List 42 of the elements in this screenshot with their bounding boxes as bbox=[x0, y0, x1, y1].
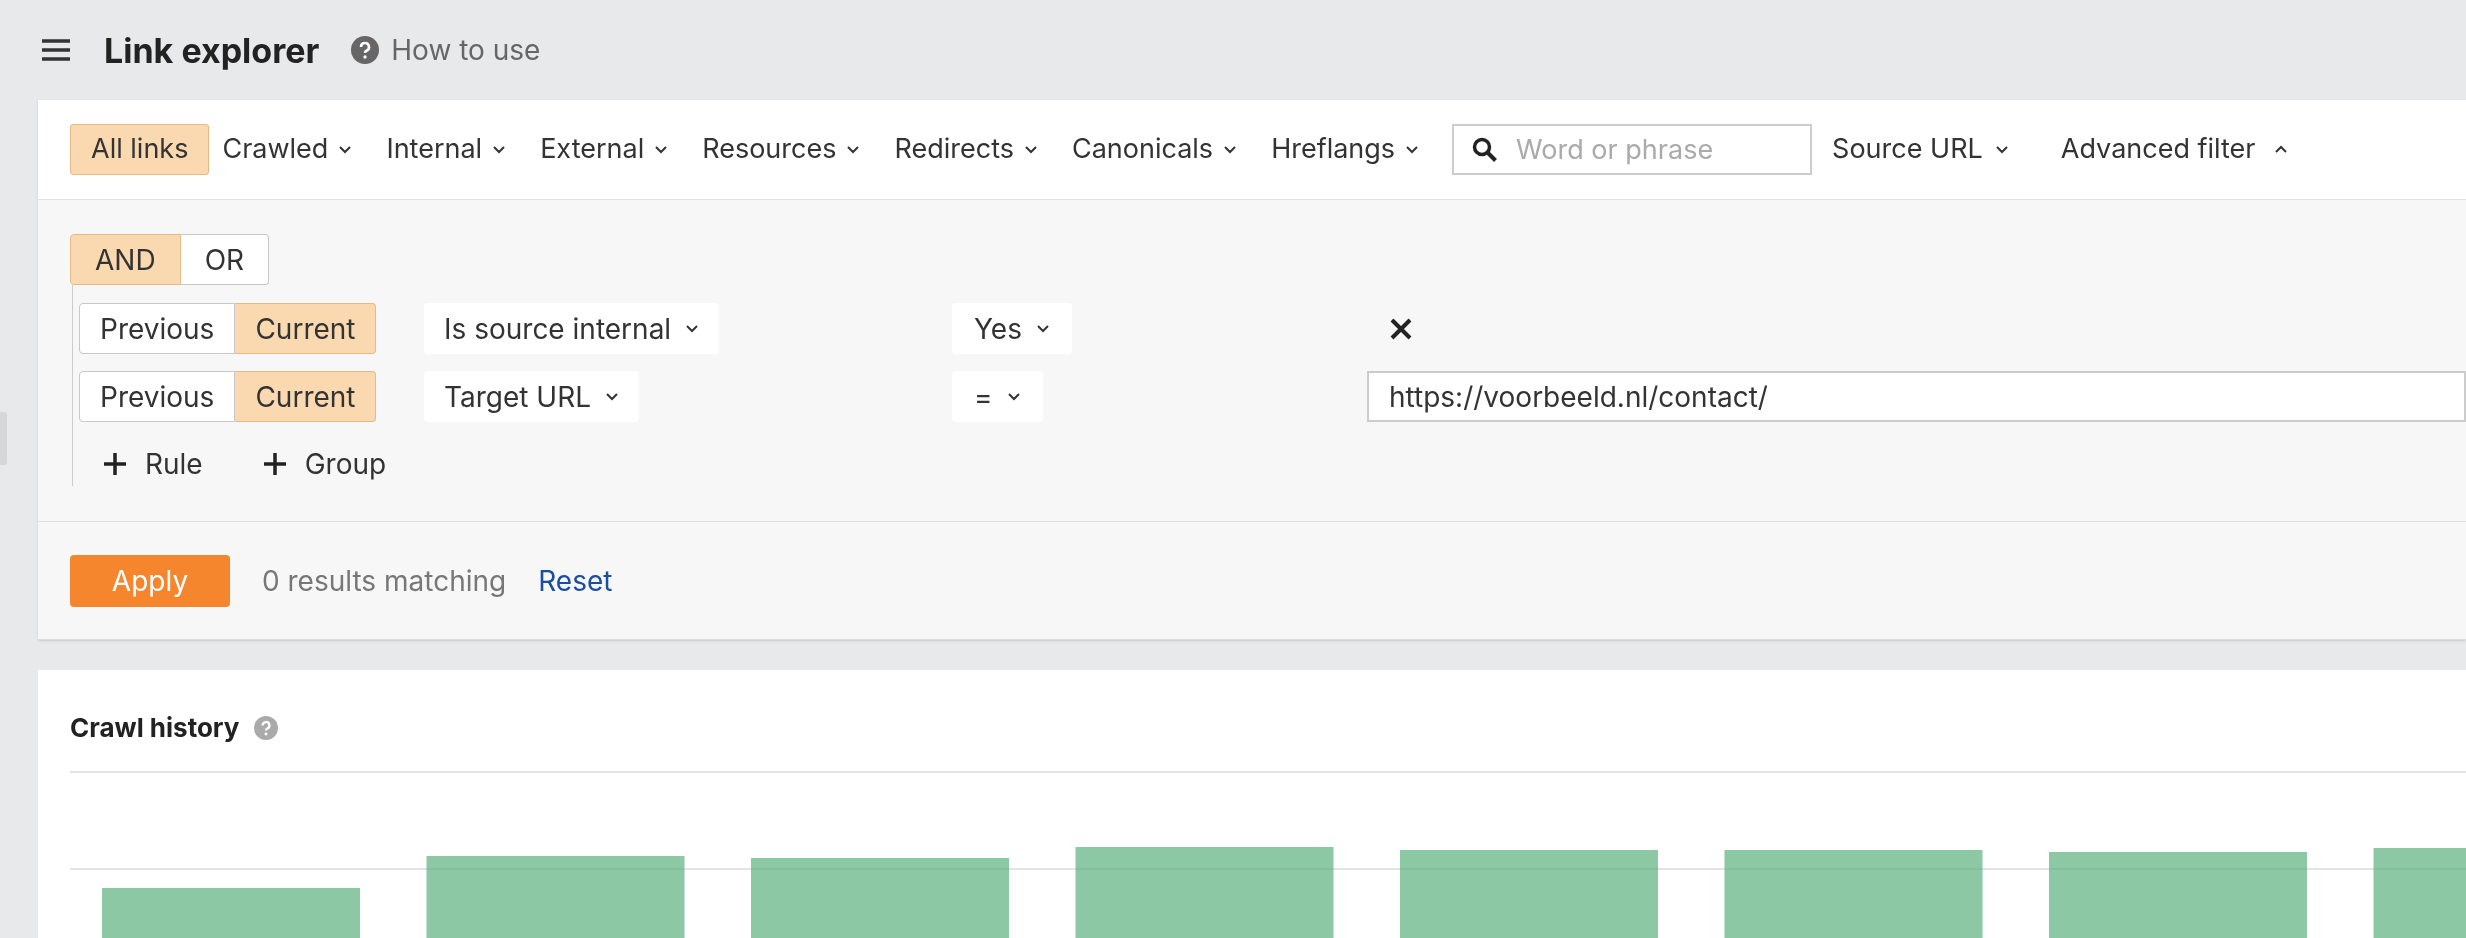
source-url-dropdown[interactable]: Source URL bbox=[1830, 124, 2011, 175]
value-field[interactable]: https://voorbeeld.nl/contact/ bbox=[1367, 371, 2466, 422]
field-dropdown[interactable]: Target URL bbox=[424, 371, 640, 422]
chevron-down-icon bbox=[1994, 145, 2009, 154]
filter-tab[interactable]: Internal bbox=[375, 124, 518, 175]
plus-icon bbox=[103, 452, 127, 476]
search-field[interactable]: Word or phrase bbox=[1452, 124, 1813, 175]
result-count: 0 results matching bbox=[262, 562, 507, 600]
add-button[interactable]: Group bbox=[262, 443, 387, 485]
close-icon[interactable] bbox=[1389, 316, 1413, 341]
help-icon bbox=[253, 715, 278, 740]
page-title: Link explorer bbox=[104, 28, 320, 73]
filter-tab[interactable]: Hreflangs bbox=[1260, 124, 1431, 175]
filter-tab[interactable]: All links bbox=[70, 124, 210, 175]
logic-toggle[interactable]: AND bbox=[70, 234, 181, 285]
reset-link[interactable]: Reset bbox=[538, 559, 613, 602]
filter-tab[interactable]: Crawled bbox=[211, 124, 364, 175]
period-toggle[interactable]: Previous bbox=[79, 303, 236, 354]
chevron-down-icon bbox=[605, 392, 620, 401]
plus-icon bbox=[262, 452, 287, 476]
period-toggle[interactable]: Previous bbox=[79, 371, 236, 422]
chevron-down-icon bbox=[1035, 324, 1050, 333]
filter-tab[interactable]: Resources bbox=[691, 124, 872, 175]
add-button[interactable]: Rule bbox=[103, 443, 203, 485]
logic-toggle[interactable]: OR bbox=[180, 234, 270, 285]
help-icon bbox=[351, 36, 380, 64]
period-toggle[interactable]: Current bbox=[235, 303, 377, 354]
menu-icon[interactable] bbox=[40, 38, 72, 62]
chevron-down-icon bbox=[685, 324, 700, 333]
filter-tab[interactable]: Redirects bbox=[883, 124, 1049, 175]
how-to-use-link[interactable]: How to use bbox=[351, 29, 541, 71]
operator-dropdown[interactable]: Yes bbox=[952, 303, 1072, 354]
section-title: Crawl history bbox=[70, 711, 240, 745]
period-toggle[interactable]: Current bbox=[235, 371, 377, 422]
chevron-up-icon bbox=[2273, 145, 2288, 154]
filter-tab[interactable]: Canonicals bbox=[1060, 124, 1249, 175]
advanced-filter-toggle[interactable]: Advanced filter bbox=[2060, 124, 2288, 175]
operator-dropdown[interactable]: = bbox=[952, 371, 1043, 422]
search-icon bbox=[1472, 137, 1499, 163]
field-dropdown[interactable]: Is source internal bbox=[424, 303, 720, 354]
chevron-down-icon bbox=[1006, 392, 1021, 401]
filter-tab[interactable]: External bbox=[529, 124, 680, 175]
